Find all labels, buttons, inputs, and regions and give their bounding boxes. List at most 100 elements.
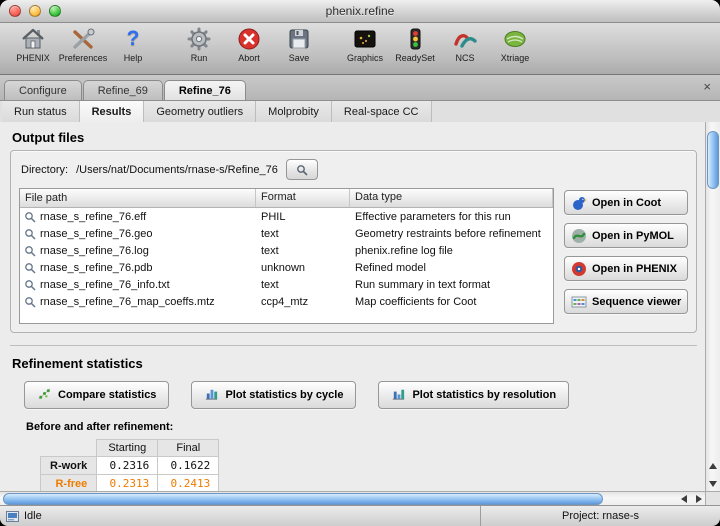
toolbar-ncs-button[interactable]: NCS [440,26,490,63]
toolbar-label: Run [191,53,208,63]
bar-chart-icon [391,386,406,404]
table-header: File path Format Data type [20,189,553,208]
file-path: rnase_s_refine_76.eff [40,211,146,223]
scroll-up-arrow[interactable] [709,463,717,469]
toolbar-graphics-button[interactable]: Graphics [340,26,390,63]
file-format: unknown [256,262,350,274]
subtab-real-space-cc[interactable]: Real-space CC [332,101,432,124]
button-label: Open in PHENIX [592,263,677,275]
file-data-type: Map coefficients for Coot [350,296,553,308]
file-path: rnase_s_refine_76_map_coeffs.mtz [40,296,215,308]
xtriage-icon [502,26,528,52]
table-row[interactable]: rnase_s_refine_76.pdb unknown Refined mo… [20,259,553,276]
output-files-heading: Output files [12,130,697,145]
vertical-scrollbar[interactable] [705,122,720,491]
file-data-type: Refined model [350,262,553,274]
tab-refine-69[interactable]: Refine_69 [83,80,163,100]
status-bar: Idle Project: rnase-s [0,505,720,526]
subtab-geometry-outliers[interactable]: Geometry outliers [144,101,256,124]
toolbar-readyset-button[interactable]: ReadySet [390,26,440,63]
toolbar-label: Graphics [347,53,383,63]
scroll-left-arrow[interactable] [681,495,687,503]
window-title: phenix.refine [0,4,720,18]
open-in-coot-button[interactable]: Open in Coot [564,190,688,215]
close-tab-icon[interactable]: × [703,80,711,93]
status-left: Idle [0,510,480,522]
file-data-type: Run summary in text format [350,279,553,291]
file-format: text [256,279,350,291]
toolbar-label: PHENIX [16,53,50,63]
refinement-stats-table: Starting Final R-work 0.2316 0.1622 R-fr… [40,439,219,491]
toolbar-label: Help [124,53,143,63]
files-area: File path Format Data type rnase_s_refin… [19,188,688,324]
scroll-right-arrow[interactable] [696,495,702,503]
toolbar-abort-button[interactable]: Abort [224,26,274,63]
tab-configure[interactable]: Configure [4,80,82,100]
coot-bird-icon [571,195,587,211]
vertical-scrollbar-thumb[interactable] [707,131,719,189]
final-value: 0.2413 [158,475,219,492]
toolbar-label: Preferences [59,53,108,63]
phenix-home-icon [20,26,46,52]
table-row[interactable]: rnase_s_refine_76_info.txt text Run summ… [20,276,553,293]
file-path: rnase_s_refine_76.log [40,245,149,257]
toolbar-label: NCS [455,53,474,63]
toolbar-phenix-button[interactable]: PHENIX [8,26,58,63]
file-path: rnase_s_refine_76.pdb [40,262,153,274]
blank-cell [41,440,97,457]
subtab-results[interactable]: Results [80,101,145,124]
title-bar[interactable]: phenix.refine [0,0,720,23]
table-row[interactable]: rnase_s_refine_76.log text phenix.refine… [20,242,553,259]
toolbar-xtriage-button[interactable]: Xtriage [490,26,540,63]
starting-value: 0.2316 [97,457,158,475]
column-data-type[interactable]: Data type [350,189,553,207]
toolbar-preferences-button[interactable]: Preferences [58,26,108,63]
status-project: Project: rnase-s [480,506,720,526]
file-data-type: Effective parameters for this run [350,211,553,223]
button-label: Plot statistics by resolution [412,389,556,401]
magnifier-icon [24,296,36,308]
traffic-lights [9,5,61,17]
browse-directory-button[interactable] [286,159,318,180]
row-label: R-work [41,457,97,475]
magnifier-icon [24,211,36,223]
sequence-viewer-button[interactable]: Sequence viewer [564,289,688,314]
app-window: phenix.refine PHENIX Preferences ? Help [0,0,720,526]
column-file-path[interactable]: File path [20,189,256,207]
subtab-run-status[interactable]: Run status [2,101,80,124]
compare-statistics-button[interactable]: Compare statistics [24,381,169,409]
traffic-light-icon [402,26,428,52]
minimize-window-button[interactable] [29,5,41,17]
subtab-molprobity[interactable]: Molprobity [256,101,332,124]
open-in-phenix-button[interactable]: Open in PHENIX [564,256,688,281]
column-starting: Starting [97,440,158,457]
zoom-window-button[interactable] [49,5,61,17]
status-icon [6,511,19,522]
column-format[interactable]: Format [256,189,350,207]
table-row[interactable]: rnase_s_refine_76.eff PHIL Effective par… [20,208,553,225]
preferences-tools-icon [70,26,96,52]
toolbar-run-button[interactable]: Run [174,26,224,63]
open-in-pymol-button[interactable]: Open in PyMOL [564,223,688,248]
horizontal-scrollbar[interactable] [0,491,705,506]
graphics-icon [352,26,378,52]
directory-label: Directory: [21,164,68,176]
tab-refine-76[interactable]: Refine_76 [164,80,246,100]
magnifier-icon [24,228,36,240]
plot-statistics-by-cycle-button[interactable]: Plot statistics by cycle [191,381,356,409]
file-path: rnase_s_refine_76_info.txt [40,279,170,291]
tab-bar: Configure Refine_69 Refine_76 × [0,75,720,101]
close-window-button[interactable] [9,5,21,17]
scroll-down-arrow[interactable] [709,481,717,487]
phenix-logo-icon [571,261,587,277]
horizontal-scrollbar-thumb[interactable] [3,493,603,505]
toolbar-help-button[interactable]: ? Help [108,26,158,63]
toolbar: PHENIX Preferences ? Help Run Abort [0,23,720,75]
plot-statistics-by-resolution-button[interactable]: Plot statistics by resolution [378,381,569,409]
toolbar-save-button[interactable]: Save [274,26,324,63]
column-final: Final [158,440,219,457]
before-after-label: Before and after refinement: [26,421,697,433]
scroll-view: Output files Directory: /Users/nat/Docum… [0,122,705,491]
table-row[interactable]: rnase_s_refine_76_map_coeffs.mtz ccp4_mt… [20,293,553,310]
table-row[interactable]: rnase_s_refine_76.geo text Geometry rest… [20,225,553,242]
